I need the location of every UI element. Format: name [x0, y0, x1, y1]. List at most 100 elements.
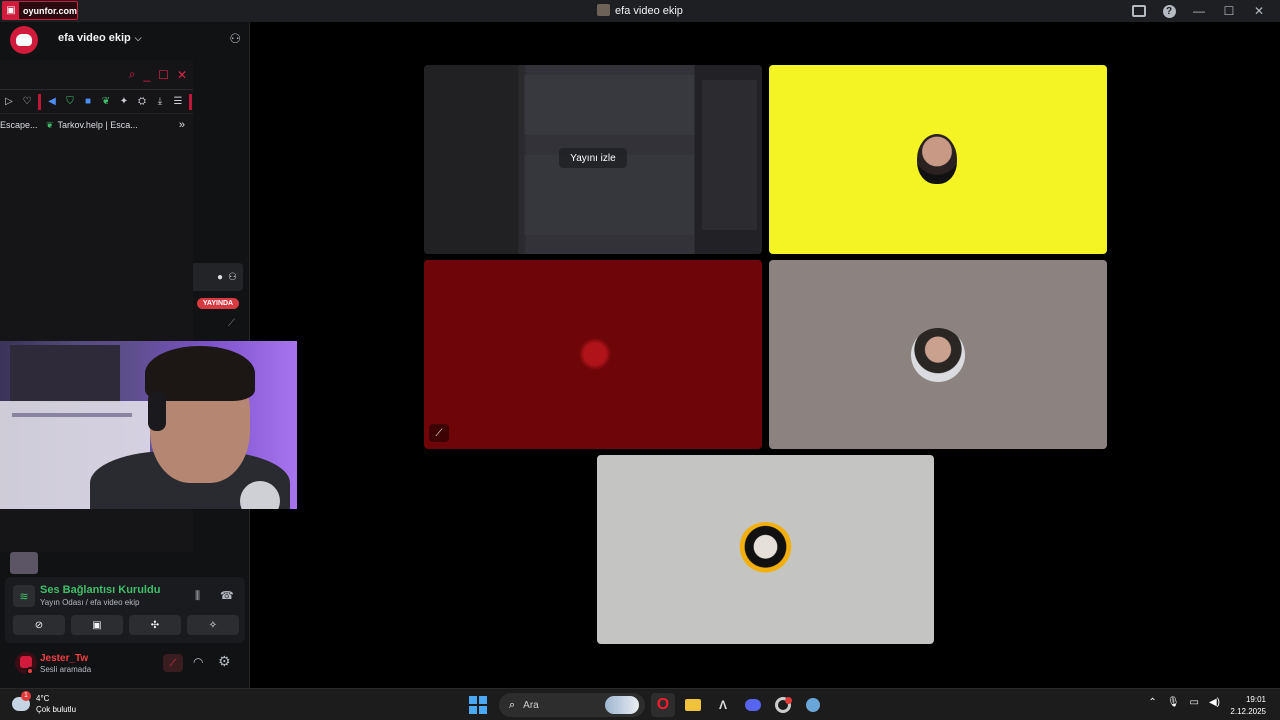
participant-tile[interactable] — [769, 65, 1107, 254]
clock[interactable]: 19:01 2.12.2025 — [1230, 694, 1266, 718]
menu-icon[interactable]: ☰ — [171, 96, 185, 107]
volume-icon[interactable]: ◀) — [1209, 697, 1220, 708]
search-icon[interactable]: ⌕ — [129, 67, 136, 82]
bookmark-escape[interactable]: Escape... — [0, 120, 40, 130]
bookmark-tarkov-help[interactable]: Tarkov.help | Esca... — [58, 120, 138, 130]
stream-tile[interactable]: Yayını izle — [424, 65, 762, 254]
opera-gx-icon[interactable]: O — [651, 693, 675, 717]
search-highlight-icon — [605, 696, 639, 714]
chevron-down-icon: ⌵ — [134, 32, 142, 43]
microphone-icon[interactable]: 🎙︎ — [1167, 697, 1180, 708]
member-actions: ● ⚇ — [193, 263, 243, 291]
chevron-right-icon[interactable]: » — [179, 119, 185, 131]
add-member-icon[interactable]: ⚇ — [228, 272, 237, 283]
leaf-icon[interactable]: ❦ — [99, 96, 113, 107]
inbox-icon[interactable] — [1124, 2, 1154, 20]
discord-icon[interactable] — [741, 693, 765, 717]
live-badge: YAYINDA — [197, 298, 239, 309]
file-explorer-icon[interactable] — [681, 693, 705, 717]
discord-home-icon[interactable] — [10, 26, 38, 54]
screen-share-icon: ▣ — [92, 619, 102, 631]
weather-desc: Çok bulutlu — [36, 705, 77, 714]
participant-tile[interactable]: ⟋ — [424, 260, 762, 449]
browser-toolbar: ▷ ♡ ◀ ⛉ ■ ❦ ✦ ⛭ ⤓ ☰ — [0, 90, 193, 114]
steam-icon[interactable] — [801, 693, 825, 717]
participant-tile[interactable] — [769, 260, 1107, 449]
user-status: Sesli aramada — [40, 665, 92, 674]
minimize-icon[interactable]: — — [1184, 2, 1214, 20]
minimize-icon[interactable]: _ — [143, 68, 150, 82]
tarkov-help-icon: ❦ — [46, 119, 54, 130]
noise-suppression-icon[interactable]: ⫼ — [195, 590, 200, 603]
participant-avatar[interactable] — [10, 552, 38, 574]
participant-avatar — [917, 134, 957, 184]
chrome-icon[interactable] — [771, 693, 795, 717]
maximize-icon[interactable]: ☐ — [1214, 2, 1244, 20]
mute-mic-button[interactable]: ⟋ — [163, 654, 183, 672]
browser-window-controls: ⌕ _ ☐ ✕ — [0, 60, 193, 90]
epic-games-icon[interactable]: Λ — [711, 693, 735, 717]
webcam-overlay — [0, 341, 297, 509]
invite-user-icon[interactable]: ⚇ — [229, 31, 241, 47]
network-icon[interactable]: ▭ — [1190, 697, 1199, 708]
voice-status[interactable]: Ses Bağlantısı Kuruldu — [40, 584, 160, 596]
soundboard-icon: ✧ — [208, 619, 218, 631]
clock-date: 2.12.2025 — [1230, 707, 1266, 716]
maximize-icon[interactable]: ☐ — [158, 68, 169, 82]
toolbar-divider — [189, 93, 192, 110]
activities-icon: ✣ — [150, 619, 160, 631]
status-dnd-indicator — [26, 667, 34, 675]
participant-tile[interactable] — [597, 455, 934, 644]
weather-badge: 1 — [21, 691, 31, 701]
window-title-text: efa video ekip — [615, 5, 683, 17]
heart-icon[interactable]: ♡ — [20, 96, 34, 107]
account-icon[interactable]: ⛭ — [135, 96, 149, 107]
bookmarks-bar: Escape... ❦ Tarkov.help | Esca... » — [0, 114, 193, 136]
muted-icon: ⟋ — [228, 318, 235, 329]
taskbar-search[interactable]: ⌕ Ara — [499, 693, 645, 717]
server-name: efa video ekip — [58, 32, 131, 44]
mic-muted-icon: ⟋ — [169, 657, 177, 669]
close-icon[interactable]: ✕ — [177, 68, 187, 82]
participant-avatar — [738, 522, 793, 577]
download-icon[interactable]: ⤓ — [153, 96, 167, 107]
server-thumbnail-icon — [597, 4, 611, 16]
chat-icon[interactable]: ● — [217, 272, 223, 283]
headphones — [148, 391, 166, 431]
participant-avatar — [911, 328, 965, 382]
system-tray: ⌃ 🎙︎ ▭ ◀) — [1148, 697, 1220, 708]
participant-avatar — [576, 335, 614, 373]
cabinet-edge — [12, 413, 132, 417]
window-title: efa video ekip — [0, 4, 1280, 17]
activities-button[interactable]: ✣ — [129, 615, 181, 635]
watch-stream-button[interactable]: Yayını izle — [559, 148, 627, 168]
search-label: Ara — [523, 699, 539, 711]
gear-icon[interactable]: ⚙ — [218, 653, 231, 670]
extension-icon[interactable]: ■ — [81, 96, 95, 107]
weather-temp: 4°C — [36, 694, 50, 703]
clock-time: 19:01 — [1245, 695, 1266, 704]
close-icon[interactable]: ✕ — [1244, 2, 1274, 20]
start-icon[interactable] — [469, 696, 487, 714]
taskbar: 1 4°C Çok bulutlu ⌕ Ara O Λ ⌃ 🎙︎ ▭ ◀) 19… — [0, 688, 1280, 720]
username[interactable]: Jester_Tw — [40, 653, 88, 664]
screen-share-button[interactable]: ▣ — [71, 615, 123, 635]
headphones-icon[interactable]: ◠ — [193, 655, 203, 669]
play-icon[interactable]: ▷ — [2, 96, 16, 107]
camera-off-button[interactable]: ⊘ — [13, 615, 65, 635]
camera-off-icon: ⊘ — [34, 619, 44, 631]
disconnect-icon[interactable]: ☎ — [220, 589, 234, 602]
user-panel: Jester_Tw Sesli aramada ⟋ ◠ ⚙ — [5, 648, 245, 680]
chevron-up-icon[interactable]: ⌃ — [1148, 697, 1156, 708]
shield-icon[interactable]: ⛉ — [63, 96, 77, 107]
soundboard-button[interactable]: ✧ — [187, 615, 239, 635]
shelf-rack — [10, 345, 120, 403]
voice-connection-panel: ≋ Ses Bağlantısı Kuruldu Yayın Odası / e… — [5, 577, 245, 643]
puzzle-icon[interactable]: ✦ — [117, 96, 131, 107]
server-header[interactable]: efa video ekip ⌵ ⚇ — [48, 22, 249, 54]
voice-channel-path[interactable]: Yayın Odası / efa video ekip — [40, 598, 139, 607]
help-icon[interactable]: ? — [1154, 2, 1184, 20]
signal-icon: ≋ — [13, 585, 35, 607]
weather-widget[interactable]: 1 4°C Çok bulutlu — [12, 691, 77, 715]
speaker-icon[interactable]: ◀ — [45, 96, 59, 107]
